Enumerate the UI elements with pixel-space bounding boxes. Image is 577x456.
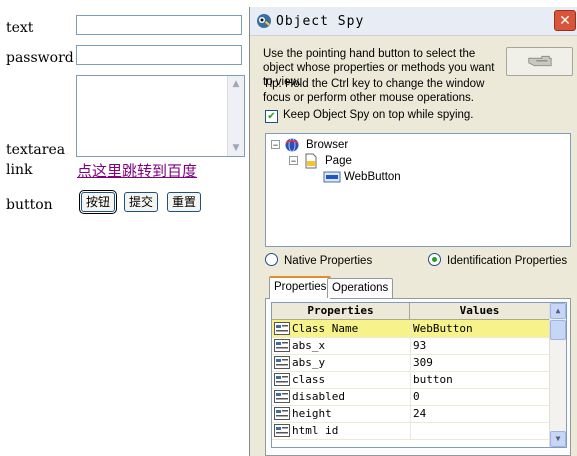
object-spy-window: Object Spy ✕ Use the pointing hand butto… <box>249 7 577 456</box>
table-row[interactable]: abs_x 93 <box>272 337 550 355</box>
window-title: Object Spy <box>276 14 365 29</box>
grid-scroll-up-icon[interactable]: ▲ <box>550 303 566 319</box>
grid-scroll-down-icon[interactable]: ▼ <box>550 431 566 447</box>
web-button-icon <box>323 171 341 183</box>
tree-node-browser[interactable]: Browser <box>306 137 348 153</box>
properties-grid[interactable]: Properties Values Class Name WebButton abs… <box>271 302 567 448</box>
property-name: disabled <box>292 390 345 403</box>
anniu-button[interactable]: 按钮 <box>78 190 118 214</box>
scroll-down-arrow-icon[interactable]: ▼ <box>228 140 244 156</box>
property-icon <box>274 407 290 420</box>
property-icon <box>274 390 290 403</box>
grid-scrollbar[interactable]: ▲ ▼ <box>549 303 566 447</box>
textarea-field[interactable]: ▲ ▼ <box>76 75 245 157</box>
property-icon <box>274 373 290 386</box>
object-tree[interactable]: − Browser − Page WebButton <box>265 133 571 247</box>
baidu-link[interactable]: 点这里跳转到百度 <box>77 160 197 181</box>
native-properties-option[interactable]: Native Properties <box>265 253 372 267</box>
table-row[interactable]: disabled 0 <box>272 388 550 406</box>
property-value: 309 <box>410 354 433 371</box>
property-icon <box>274 322 290 335</box>
object-spy-app-icon <box>257 14 271 28</box>
pointing-hand-button[interactable] <box>506 47 573 76</box>
property-value: WebButton <box>410 320 473 337</box>
tree-node-webbutton[interactable]: WebButton <box>344 169 401 185</box>
property-name: Class Name <box>292 322 359 335</box>
title-bar[interactable]: Object Spy ✕ <box>250 7 577 36</box>
tab-operations[interactable]: Operations <box>327 278 394 298</box>
native-properties-radio[interactable] <box>265 253 278 266</box>
textarea-label: textarea <box>6 142 66 158</box>
text-field[interactable] <box>76 15 242 35</box>
textarea-scrollbar[interactable]: ▲ ▼ <box>227 76 244 156</box>
property-name: class <box>292 373 326 386</box>
table-row[interactable]: height 24 <box>272 405 550 423</box>
keep-on-top-label: Keep Object Spy on top while spying. <box>283 109 474 121</box>
column-header-values[interactable]: Values <box>410 303 550 319</box>
keep-on-top-checkbox[interactable]: ✔ <box>265 110 278 123</box>
table-row[interactable]: html id <box>272 422 550 440</box>
property-icon <box>274 356 290 369</box>
property-value: 24 <box>410 405 426 422</box>
property-icon <box>274 339 290 352</box>
table-row[interactable]: Class Name WebButton <box>272 320 550 338</box>
submit-button[interactable]: 提交 <box>124 192 159 212</box>
close-icon[interactable]: ✕ <box>554 10 576 31</box>
tree-node-page[interactable]: Page <box>325 153 352 169</box>
reset-button[interactable]: 重置 <box>167 192 202 212</box>
page-collapse-icon[interactable]: − <box>289 156 298 166</box>
pointing-hand-icon <box>528 55 552 67</box>
grid-scroll-thumb[interactable] <box>550 320 566 340</box>
property-value: 93 <box>410 337 426 354</box>
identification-properties-radio[interactable] <box>428 253 441 266</box>
property-value: 0 <box>410 388 420 405</box>
browser-globe-icon <box>285 138 299 152</box>
password-label: password <box>6 50 74 66</box>
tab-properties[interactable]: Properties <box>269 276 332 299</box>
property-name: height <box>292 407 332 420</box>
column-header-properties[interactable]: Properties <box>272 303 410 319</box>
scroll-up-arrow-icon[interactable]: ▲ <box>228 76 244 92</box>
native-properties-label: Native Properties <box>284 255 373 267</box>
property-value: button <box>410 371 453 388</box>
tip-text: Tip: Hold the Ctrl key to change the win… <box>263 78 485 104</box>
property-name: abs_x <box>292 339 326 352</box>
text-label: text <box>6 20 34 36</box>
grid-header: Properties Values <box>272 303 550 320</box>
property-name: html id <box>292 424 339 437</box>
link-label: link <box>6 162 33 178</box>
identification-properties-option[interactable]: Identification Properties <box>428 253 567 267</box>
password-field[interactable] <box>76 45 242 65</box>
property-icon <box>274 424 290 437</box>
identification-properties-label: Identification Properties <box>447 255 568 267</box>
webbutton-label: WebButton <box>344 171 401 183</box>
table-row[interactable]: class button <box>272 371 550 389</box>
table-row[interactable]: abs_y 309 <box>272 354 550 372</box>
property-value <box>410 422 413 439</box>
browser-collapse-icon[interactable]: − <box>271 140 280 150</box>
property-name: abs_y <box>292 356 326 369</box>
button-label: button <box>6 197 53 213</box>
page-icon <box>305 153 317 169</box>
